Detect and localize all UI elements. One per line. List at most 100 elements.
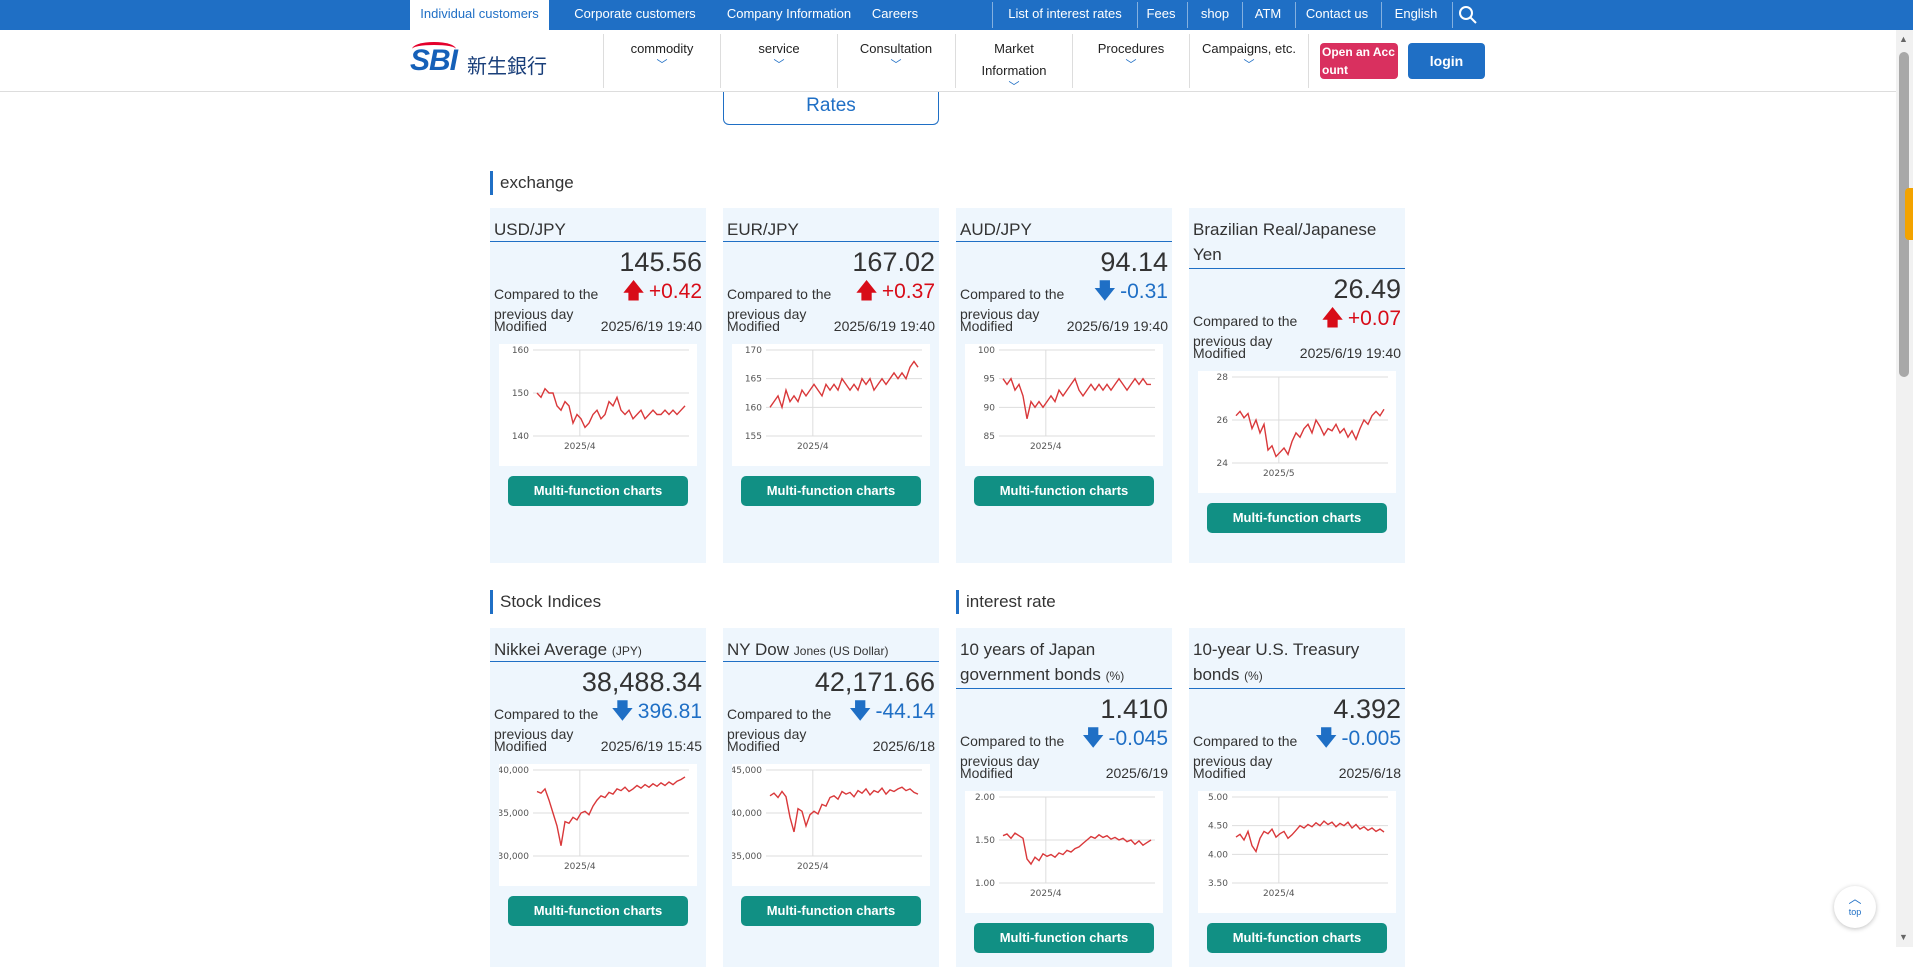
series-line <box>1235 408 1385 458</box>
rate-card: EUR/JPY 167.02 Compared to the previous … <box>723 208 939 563</box>
y-tick-label: 28 <box>1217 373 1229 383</box>
back-to-top-button[interactable]: ︿ top <box>1834 886 1876 928</box>
mini-chart[interactable]: 5.00 4.50 4.00 3.50 2025/4 <box>1198 791 1396 913</box>
topnav-list-of-interest-rates[interactable]: List of interest rates <box>996 0 1134 30</box>
topnav-fees[interactable]: Fees <box>1138 0 1184 30</box>
multi-function-charts-button[interactable]: Multi-function charts <box>508 896 688 926</box>
multi-function-charts-button[interactable]: Multi-function charts <box>974 923 1154 953</box>
card-title-text: EUR/JPY <box>727 220 799 239</box>
change-text: +0.42 <box>648 280 702 303</box>
rate-card: Nikkei Average (JPY) 38,488.34 Compared … <box>490 628 706 967</box>
mainnav-label: Procedures <box>1097 41 1165 56</box>
modified-row: Modified 2025/6/18 <box>723 738 939 758</box>
change-value: 🡇 -44.14 <box>849 698 935 725</box>
section-title-stock-indices: Stock Indices <box>490 590 601 614</box>
mini-chart[interactable]: 45,000 40,000 35,000 2025/4 <box>732 764 930 886</box>
divider <box>1452 2 1453 28</box>
series-line <box>769 360 919 410</box>
change-text: 396.81 <box>637 700 702 723</box>
rate-card: Brazilian Real/Japanese Yen 26.49 Compar… <box>1189 208 1405 563</box>
rate-card-title: EUR/JPY <box>723 208 939 242</box>
change-row: Compared to the previous day 🡅 +0.42 <box>490 278 706 322</box>
chevron-down-icon: ﹀ <box>1243 59 1255 71</box>
topnav-company-information[interactable]: Company Information <box>714 0 864 30</box>
rate-card: AUD/JPY 94.14 Compared to the previous d… <box>956 208 1172 563</box>
rate-value: 4.392 <box>1333 694 1401 724</box>
y-tick-label: 1.50 <box>975 836 995 846</box>
topnav-individual-customers[interactable]: Individual customers <box>410 0 549 30</box>
rate-value: 42,171.66 <box>814 667 935 697</box>
mini-chart[interactable]: 40,000 35,000 30,000 2025/4 <box>499 764 697 886</box>
multi-function-charts-button[interactable]: Multi-function charts <box>741 476 921 506</box>
mini-chart[interactable]: 100 95 90 85 2025/4 <box>965 344 1163 466</box>
rate-card-title: Nikkei Average (JPY) <box>490 628 706 662</box>
topnav-contact-us[interactable]: Contact us <box>1296 0 1378 30</box>
rate-value: 38,488.34 <box>581 667 702 697</box>
mini-chart[interactable]: 28 26 24 2025/5 <box>1198 371 1396 493</box>
y-tick-label: 150 <box>512 389 529 399</box>
y-tick-label: 170 <box>745 346 762 356</box>
modified-date: 2025/6/18 <box>872 738 935 754</box>
rate-card-title: NY Dow Jones (US Dollar) <box>723 628 939 662</box>
chart-svg: 100 95 90 85 2025/4 <box>978 346 1155 452</box>
topnav-careers[interactable]: Careers <box>860 0 930 30</box>
modified-date: 2025/6/18 <box>1338 765 1401 781</box>
topnav-atm[interactable]: ATM <box>1243 0 1293 30</box>
tab-rates[interactable]: Rates <box>723 92 939 125</box>
mainnav-label: service <box>758 41 800 56</box>
change-value: 🡇 396.81 <box>611 698 702 725</box>
y-tick-label: 4.50 <box>1208 822 1228 832</box>
multi-function-charts-button[interactable]: Multi-function charts <box>508 476 688 506</box>
chart-svg: 40,000 35,000 30,000 2025/4 <box>499 766 689 872</box>
topnav-corporate-customers[interactable]: Corporate customers <box>560 0 710 30</box>
open-account-button[interactable]: Open an Account <box>1320 43 1398 79</box>
change-value: 🡅 +0.37 <box>855 278 935 305</box>
card-title-text: AUD/JPY <box>960 220 1032 239</box>
series-line <box>536 776 686 846</box>
modified-label: Modified <box>960 318 1013 334</box>
x-tick-label: 2025/4 <box>797 862 829 872</box>
series-line <box>536 387 686 429</box>
change-value: 🡇 -0.045 <box>1082 725 1168 752</box>
scroll-up-icon[interactable]: ▲ <box>1899 34 1908 44</box>
modified-label: Modified <box>727 738 780 754</box>
chevron-down-icon: ﹀ <box>890 59 902 71</box>
search-icon[interactable] <box>1455 0 1481 30</box>
mainnav-market-information[interactable]: Market Information ﹀ <box>956 34 1072 93</box>
arrow-down-icon: 🡇 <box>611 698 634 723</box>
card-title-sub: (%) <box>1105 669 1125 683</box>
topnav-english[interactable]: English <box>1382 0 1450 30</box>
multi-function-charts-button[interactable]: Multi-function charts <box>1207 503 1387 533</box>
chevron-down-icon: ﹀ <box>656 59 668 71</box>
mainnav-procedures[interactable]: Procedures ﹀ <box>1073 34 1189 88</box>
change-row: Compared to the previous day 🡇 -0.005 <box>1189 725 1405 769</box>
arrow-up-icon: 🡅 <box>855 278 878 303</box>
side-tab[interactable] <box>1905 188 1913 240</box>
change-value: 🡅 +0.42 <box>622 278 702 305</box>
change-row: Compared to the previous day 🡇 -0.045 <box>956 725 1172 769</box>
mainnav-campaigns[interactable]: Campaigns, etc. ﹀ <box>1190 34 1308 88</box>
mini-chart[interactable]: 170 165 160 155 2025/4 <box>732 344 930 466</box>
topnav-shop[interactable]: shop <box>1188 0 1242 30</box>
change-text: -0.045 <box>1108 727 1168 750</box>
multi-function-charts-button[interactable]: Multi-function charts <box>1207 923 1387 953</box>
mainnav-label: commodity <box>630 41 694 56</box>
x-tick-label: 2025/4 <box>1030 889 1062 899</box>
back-to-top-label: top <box>1848 907 1862 917</box>
divider <box>992 2 993 28</box>
y-tick-label: 40,000 <box>499 766 529 776</box>
mainnav-commodity[interactable]: commodity ﹀ <box>604 34 720 88</box>
mini-chart[interactable]: 2.00 1.50 1.00 2025/4 <box>965 791 1163 913</box>
mainnav-service[interactable]: service ﹀ <box>721 34 837 88</box>
scroll-down-icon[interactable]: ▼ <box>1899 932 1908 942</box>
login-button[interactable]: login <box>1408 43 1485 79</box>
rate-card-title: 10-year U.S. Treasury bonds (%) <box>1189 628 1405 689</box>
multi-function-charts-button[interactable]: Multi-function charts <box>741 896 921 926</box>
mini-chart[interactable]: 160 150 140 2025/4 <box>499 344 697 466</box>
main-header: SBI 新生銀行 commodity ﹀ service ﹀ Consultat… <box>0 30 1913 93</box>
modified-date: 2025/6/19 19:40 <box>1299 345 1401 361</box>
modified-label: Modified <box>494 318 547 334</box>
rate-value: 1.410 <box>1100 694 1168 724</box>
mainnav-consultation[interactable]: Consultation ﹀ <box>838 34 954 88</box>
multi-function-charts-button[interactable]: Multi-function charts <box>974 476 1154 506</box>
